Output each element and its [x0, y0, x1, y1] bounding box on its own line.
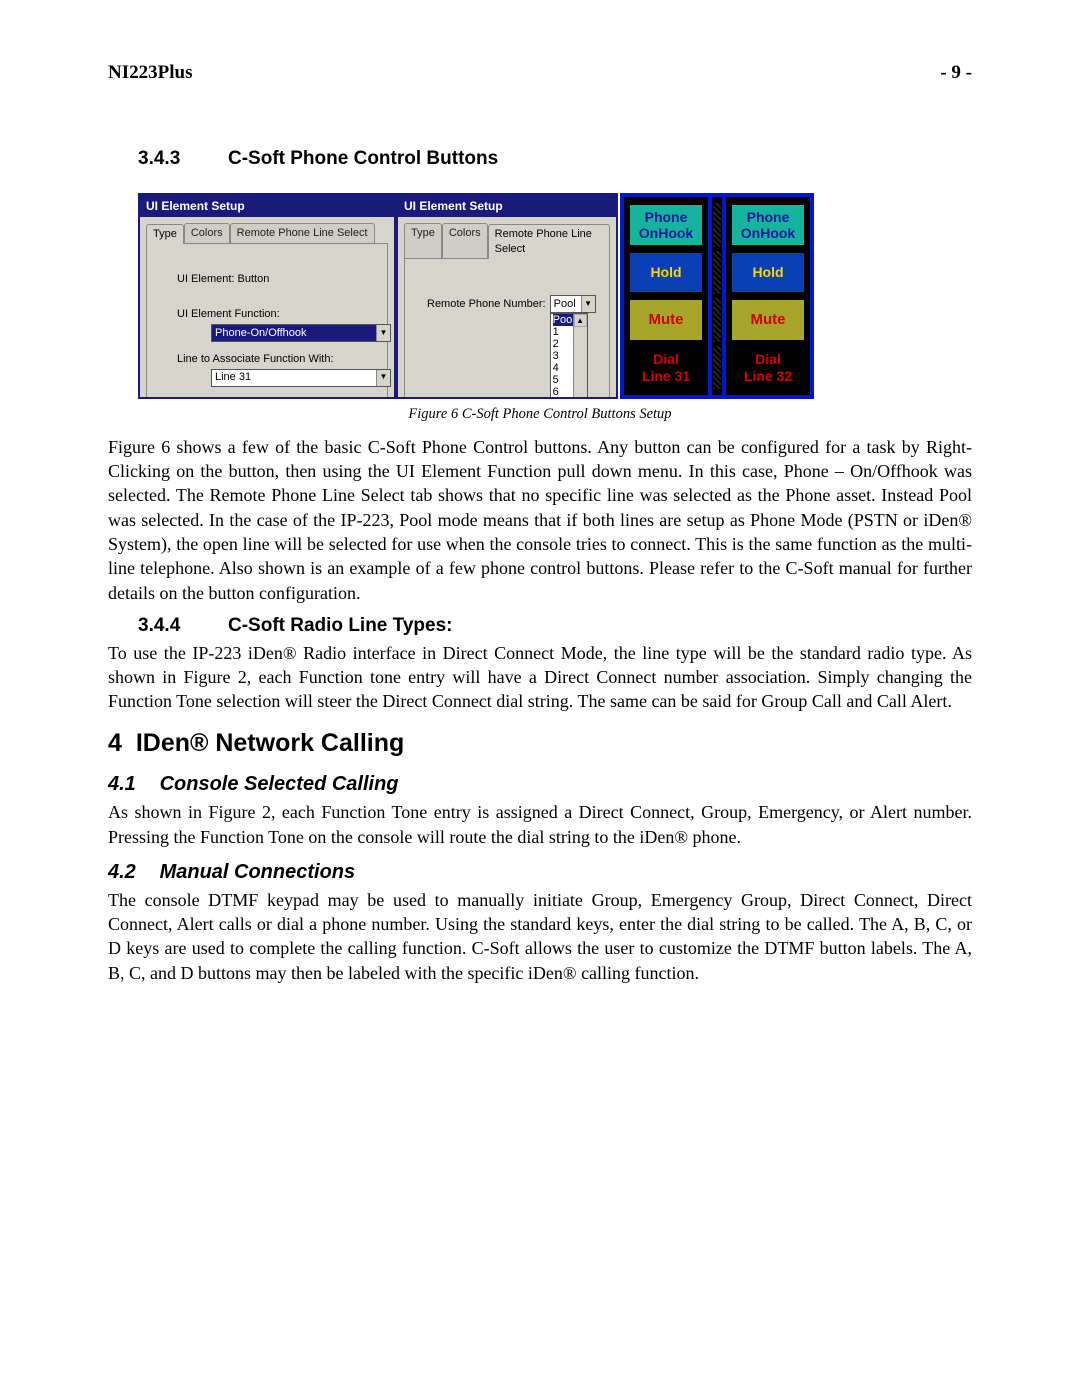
chevron-down-icon: ▼ [376, 325, 390, 341]
dropdown-value: Line 31 [215, 370, 251, 385]
ui-element-function-dropdown[interactable]: Phone-On/Offhook ▼ [211, 324, 391, 342]
scroll-up-icon[interactable]: ▲ [574, 314, 587, 327]
button-panel-divider [712, 193, 722, 399]
dialog-titlebar: UI Element Setup [140, 195, 394, 217]
figure-6-caption: Figure 6 C-Soft Phone Control Buttons Se… [108, 405, 972, 425]
heading-title: Console Selected Calling [160, 773, 399, 795]
tab-type[interactable]: Type [404, 223, 442, 258]
tab-type[interactable]: Type [146, 224, 184, 244]
ui-element-label: UI Element: Button [177, 272, 379, 287]
heading-title: C-Soft Radio Line Types: [228, 613, 452, 639]
heading-number: 4 [108, 729, 122, 757]
mute-button[interactable]: Mute [730, 298, 806, 342]
tab-content-type: UI Element: Button UI Element Function: … [146, 243, 388, 399]
heading-number: 4.1 [108, 771, 154, 798]
heading-title: C-Soft Phone Control Buttons [228, 146, 498, 172]
tab-remote-phone-line-select[interactable]: Remote Phone Line Select [230, 223, 375, 243]
figure-6: UI Element Setup Type Colors Remote Phon… [138, 193, 972, 399]
tab-colors[interactable]: Colors [442, 223, 488, 258]
ui-element-function-label: UI Element Function: [177, 307, 379, 322]
heading-4-1: 4.1 Console Selected Calling [108, 771, 972, 798]
phone-onhook-button[interactable]: PhoneOnHook [730, 203, 806, 247]
dropdown-value: Phone-On/Offhook [215, 326, 307, 341]
heading-3-4-3: 3.4.3 C-Soft Phone Control Buttons [138, 146, 972, 172]
paragraph-after-figure-6: Figure 6 shows a few of the basic C-Soft… [108, 435, 972, 605]
dialog-titlebar: UI Element Setup [398, 195, 616, 217]
remote-phone-number-list[interactable]: Pool 1 2 3 4 5 6 7 8 9 ▲ ▼ [550, 313, 588, 399]
paragraph-4-1: As shown in Figure 2, each Function Tone… [108, 800, 972, 849]
line-associate-label: Line to Associate Function With: [177, 352, 379, 367]
page-header: NI223Plus - 9 - [108, 60, 972, 86]
chevron-down-icon: ▼ [376, 370, 390, 386]
ui-element-setup-dialog-remote: UI Element Setup Type Colors Remote Phon… [396, 193, 618, 399]
heading-4: 4 IDen® Network Calling [108, 727, 972, 761]
heading-title: IDen® Network Calling [136, 729, 404, 757]
chevron-down-icon: ▼ [581, 296, 595, 312]
tab-colors[interactable]: Colors [184, 223, 230, 243]
doc-id: NI223Plus [108, 60, 192, 86]
phone-button-column-2: PhoneOnHook Hold Mute DialLine 32 [722, 193, 814, 399]
tab-content-remote: Remote Phone Number: Pool ▼ Pool 1 2 3 4… [404, 258, 610, 399]
heading-4-2: 4.2 Manual Connections [108, 859, 972, 886]
phone-button-column-1: PhoneOnHook Hold Mute DialLine 31 [620, 193, 712, 399]
tab-remote-phone-line-select[interactable]: Remote Phone Line Select [488, 224, 610, 259]
list-item[interactable]: 7 [553, 398, 587, 399]
heading-title: Manual Connections [160, 861, 356, 883]
scrollbar[interactable]: ▲ ▼ [573, 314, 587, 399]
line-associate-dropdown[interactable]: Line 31 ▼ [211, 369, 391, 387]
dial-line-button[interactable]: DialLine 31 [628, 346, 704, 390]
paragraph-4-2: The console DTMF keypad may be used to m… [108, 888, 972, 985]
heading-number: 3.4.3 [138, 146, 228, 172]
hold-button[interactable]: Hold [628, 251, 704, 295]
mute-button[interactable]: Mute [628, 298, 704, 342]
phone-onhook-button[interactable]: PhoneOnHook [628, 203, 704, 247]
paragraph-3-4-4: To use the IP-223 iDen® Radio interface … [108, 641, 972, 714]
dialog-tabs: Type Colors Remote Phone Line Select [404, 223, 610, 258]
heading-number: 4.2 [108, 859, 154, 886]
remote-phone-number-dropdown[interactable]: Pool ▼ [550, 295, 596, 313]
remote-phone-number-label: Remote Phone Number: [427, 297, 546, 312]
hold-button[interactable]: Hold [730, 251, 806, 295]
dial-line-button[interactable]: DialLine 32 [730, 346, 806, 390]
page-number: - 9 - [940, 60, 972, 86]
heading-number: 3.4.4 [138, 613, 228, 639]
ui-element-setup-dialog-type: UI Element Setup Type Colors Remote Phon… [138, 193, 396, 399]
dropdown-value: Pool [554, 297, 576, 312]
dialog-tabs: Type Colors Remote Phone Line Select [146, 223, 388, 243]
heading-3-4-4: 3.4.4 C-Soft Radio Line Types: [138, 613, 972, 639]
